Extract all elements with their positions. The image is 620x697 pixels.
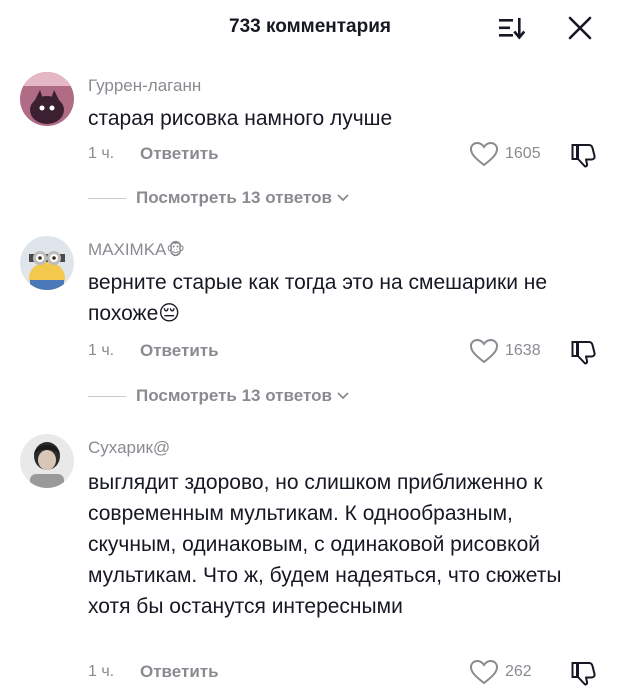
comment-username[interactable]: MAXIMKA🐵: [88, 240, 185, 260]
chevron-down-icon: [337, 194, 349, 202]
comment-time: 1 ч.: [88, 342, 115, 359]
comment-text: старая рисовка намного лучше: [88, 107, 393, 130]
avatar[interactable]: [20, 434, 74, 488]
heart-icon: [469, 141, 499, 167]
chevron-down-icon: [337, 392, 349, 400]
avatar[interactable]: [20, 72, 74, 126]
comments-header: 733 комментария: [0, 0, 620, 56]
comment-username[interactable]: Гуррен-лаганн: [88, 76, 201, 96]
like-button[interactable]: 262: [469, 659, 532, 685]
reply-button[interactable]: Ответить: [140, 144, 219, 164]
like-button[interactable]: 1638: [469, 338, 541, 364]
dislike-icon[interactable]: [570, 141, 598, 169]
comment-text: выглядит здорово, но слишком приближенно…: [88, 471, 562, 618]
like-count: 262: [505, 663, 532, 680]
close-icon[interactable]: [566, 15, 594, 41]
divider: [88, 395, 126, 397]
view-replies-button[interactable]: Посмотреть 13 ответов: [88, 386, 350, 406]
like-count: 1605: [505, 145, 541, 162]
reply-button[interactable]: Ответить: [140, 662, 219, 682]
comments-count-title: 733 комментария: [229, 16, 391, 37]
heart-icon: [469, 338, 499, 364]
dislike-icon[interactable]: [570, 659, 598, 687]
comment-time: 1 ч.: [88, 145, 115, 162]
view-replies-button[interactable]: Посмотреть 13 ответов: [88, 188, 350, 208]
divider: [88, 197, 126, 199]
heart-icon: [469, 659, 499, 685]
like-count: 1638: [505, 342, 541, 359]
dislike-icon[interactable]: [570, 338, 598, 366]
avatar[interactable]: [20, 236, 74, 290]
reply-button[interactable]: Ответить: [140, 341, 219, 361]
like-button[interactable]: 1605: [469, 141, 541, 167]
sort-icon[interactable]: [497, 16, 525, 40]
comment-time: 1 ч.: [88, 663, 115, 680]
comment-text: верните старые как тогда это на смешарик…: [88, 271, 548, 325]
comment-username[interactable]: Сухарик@: [88, 438, 170, 458]
